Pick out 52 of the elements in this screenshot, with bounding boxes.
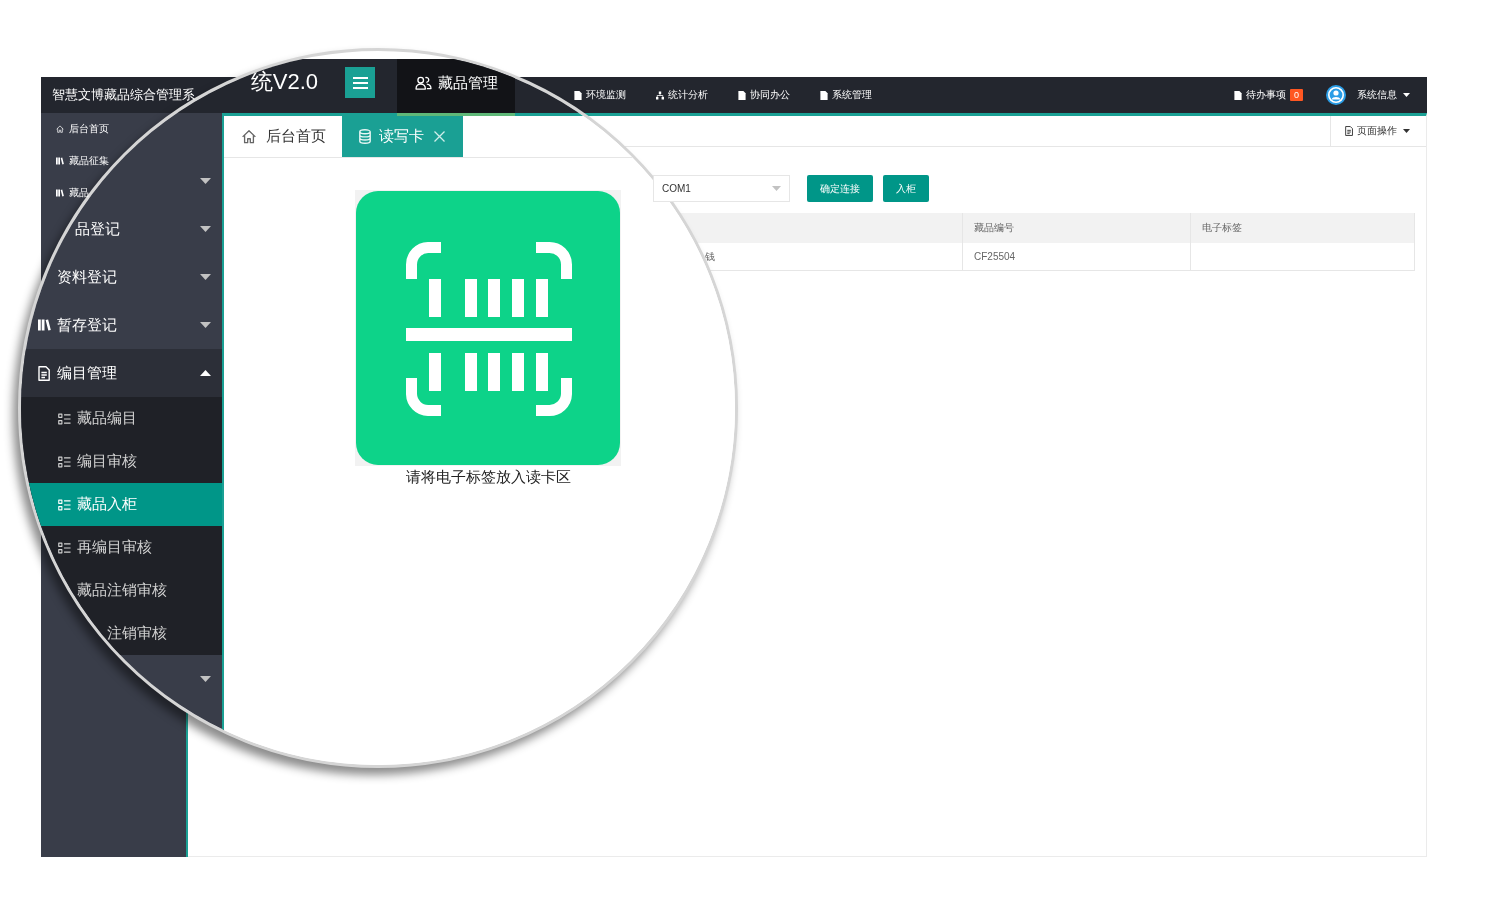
sidebar-item[interactable]: 藏品征集	[41, 145, 112, 177]
sidebar-subitem[interactable]: 再编目审核	[21, 526, 222, 569]
list-icon	[58, 541, 71, 554]
store-button[interactable]: 入柜	[883, 175, 929, 202]
app-title: 智慧文博藏品综合管理系	[52, 86, 195, 104]
nav-item[interactable]: 环境监测	[574, 88, 626, 102]
prompt-text: 请将电子标签放入读卡区	[405, 468, 571, 487]
caret-down-icon	[1403, 93, 1410, 97]
sidebar-subitem[interactable]: 注销审核	[21, 612, 222, 655]
list-icon	[58, 412, 71, 425]
document-icon	[38, 365, 50, 381]
users-icon	[414, 76, 432, 90]
nav-item[interactable]: 系统管理	[820, 88, 872, 102]
column-header: 藏品编号	[962, 213, 1190, 243]
sitemap-icon	[656, 90, 664, 100]
nav-item[interactable]: 统计分析	[656, 88, 708, 102]
sidebar-subitem[interactable]: 藏品编目	[21, 397, 222, 440]
document-icon	[1234, 90, 1242, 100]
database-icon	[359, 129, 371, 144]
document-icon	[820, 90, 828, 100]
avatar-icon	[1326, 85, 1346, 105]
port-select[interactable]: COM1	[653, 175, 790, 202]
list-icon	[58, 498, 71, 511]
close-icon[interactable]	[434, 131, 445, 142]
sidebar-item[interactable]: 编目管理	[21, 349, 222, 397]
home-icon	[241, 129, 257, 144]
document-icon	[1345, 126, 1353, 136]
column-header: 电子标签	[1190, 213, 1415, 243]
sidebar-item[interactable]: 暂存登记	[21, 301, 222, 349]
barcode-scan-icon	[355, 190, 621, 466]
menu-button[interactable]	[345, 67, 375, 98]
home-icon	[56, 125, 64, 133]
sidebar-subitem[interactable]: 编目审核	[21, 440, 222, 483]
sidebar-subitem[interactable]: 藏品注销审核	[21, 569, 222, 612]
app-title: 统V2.0	[250, 68, 318, 96]
caret-down-icon	[1403, 129, 1410, 133]
count-badge: 0	[1290, 89, 1303, 101]
document-icon	[574, 90, 582, 100]
todo-link[interactable]: 待办事项 0	[1234, 88, 1303, 102]
caret-down-icon	[772, 186, 781, 191]
connect-button[interactable]: 确定连接	[807, 175, 873, 202]
sidebar-item[interactable]: 后台首页	[41, 113, 112, 145]
nav-item[interactable]: 藏品管理	[397, 59, 515, 116]
table-cell: CF25504	[962, 243, 1190, 271]
books-icon	[56, 189, 64, 197]
list-icon	[58, 455, 71, 468]
user-menu-button[interactable]: 系统信息	[1326, 85, 1410, 105]
books-icon	[37, 319, 51, 331]
sidebar-item[interactable]: 资料登记	[21, 253, 222, 301]
menu-icon	[352, 76, 368, 89]
nav-item[interactable]: 协同办公	[738, 88, 790, 102]
books-icon	[56, 157, 64, 165]
